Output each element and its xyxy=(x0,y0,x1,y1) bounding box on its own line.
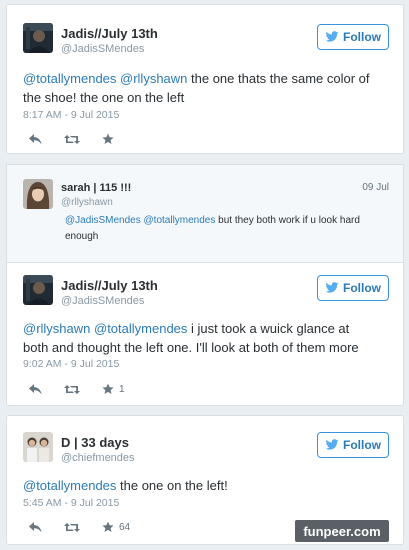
reply-button[interactable] xyxy=(29,521,42,533)
tweet-text: @totallymendes the one on the left! xyxy=(23,476,391,495)
follow-bird-icon xyxy=(325,282,339,293)
favorite-count: 64 xyxy=(119,521,131,533)
tweet-timestamp[interactable]: 9:02 AM - 9 Jul 2015 xyxy=(23,358,119,370)
avatar[interactable] xyxy=(23,23,53,53)
avatar-image xyxy=(23,23,53,53)
tweet-actions xyxy=(29,132,141,146)
reply-icon xyxy=(29,133,42,144)
tweet-text: @JadisSMendes @totallymendes but they bo… xyxy=(65,213,391,245)
tweet-text-line2: enough xyxy=(65,231,99,242)
reply-icon xyxy=(29,521,42,532)
user-handle[interactable]: @chiefmendes xyxy=(61,452,135,464)
retweet-icon xyxy=(64,134,80,144)
tweet-text-line2: both and thought the left one. I'll look… xyxy=(23,340,359,355)
tweet-timestamp[interactable]: 5:45 AM - 9 Jul 2015 xyxy=(23,497,119,509)
avatar-image xyxy=(23,432,53,462)
tweet-date[interactable]: 09 Jul xyxy=(362,182,389,193)
display-name[interactable]: D | 33 days xyxy=(61,435,129,450)
mention-links[interactable]: @totallymendes xyxy=(23,478,116,493)
avatar-image xyxy=(23,179,53,209)
user-handle[interactable]: @JadisSMendes xyxy=(61,295,144,307)
favorite-count: 1 xyxy=(119,383,125,395)
retweet-icon xyxy=(64,384,80,394)
retweet-icon xyxy=(64,522,80,532)
user-handle[interactable]: @rllyshawn xyxy=(61,197,113,208)
favorite-star-icon xyxy=(102,133,114,144)
avatar[interactable] xyxy=(23,179,53,209)
favorite-button[interactable] xyxy=(102,133,119,145)
mention-links[interactable]: @rllyshawn @totallymendes xyxy=(23,321,187,336)
reply-button[interactable] xyxy=(29,383,42,395)
mention-links[interactable]: @JadisSMendes @totallymendes xyxy=(65,215,215,226)
tweet-text-line2: the shoe! the one on the left xyxy=(23,90,185,105)
tweet-actions: 1 xyxy=(29,382,147,396)
display-name[interactable]: Jadis//July 13th xyxy=(61,278,158,293)
tweet-text-line1: the one on the left! xyxy=(116,478,228,493)
avatar[interactable] xyxy=(23,432,53,462)
retweet-button[interactable] xyxy=(64,134,80,145)
avatar-image xyxy=(23,275,53,305)
display-name[interactable]: Jadis//July 13th xyxy=(61,26,158,41)
retweet-button[interactable] xyxy=(64,522,80,533)
user-handle[interactable]: @JadisSMendes xyxy=(61,43,144,55)
watermark: funpeer.com xyxy=(295,520,389,542)
favorite-star-icon xyxy=(102,521,114,532)
follow-label: Follow xyxy=(343,30,381,44)
follow-button[interactable]: Follow xyxy=(317,432,389,458)
tweet-text-line1: but they both work if u look hard xyxy=(215,215,360,226)
tweet-text: @totallymendes @rllyshawn the one thats … xyxy=(23,69,391,107)
follow-label: Follow xyxy=(343,281,381,295)
tweet-text: @rllyshawn @totallymendes i just took a … xyxy=(23,319,391,357)
tweet-timestamp[interactable]: 8:17 AM - 9 Jul 2015 xyxy=(23,109,119,121)
tweet-text-line1: the one thats the same color of xyxy=(187,71,370,86)
mention-links[interactable]: @totallymendes @rllyshawn xyxy=(23,71,187,86)
context-tweet-card: sarah | 115 !!! @rllyshawn 09 Jul @Jadis… xyxy=(6,164,404,264)
retweet-button[interactable] xyxy=(64,384,80,395)
tweet-card-2: Jadis//July 13th @JadisSMendes Follow @r… xyxy=(6,262,404,406)
tweet-actions: 64 xyxy=(29,520,152,534)
favorite-star-icon xyxy=(102,383,114,394)
tweet-text-line1: i just took a wuick glance at xyxy=(187,321,350,336)
follow-label: Follow xyxy=(343,438,381,452)
reply-button[interactable] xyxy=(29,133,42,145)
follow-bird-icon xyxy=(325,439,339,450)
tweet-card-1: Jadis//July 13th @JadisSMendes Follow @t… xyxy=(6,4,404,154)
follow-bird-icon xyxy=(325,31,339,42)
follow-button[interactable]: Follow xyxy=(317,24,389,50)
favorite-button[interactable]: 64 xyxy=(102,521,130,533)
follow-button[interactable]: Follow xyxy=(317,275,389,301)
favorite-button[interactable]: 1 xyxy=(102,383,125,395)
display-name[interactable]: sarah | 115 !!! xyxy=(61,182,131,194)
reply-icon xyxy=(29,383,42,394)
avatar[interactable] xyxy=(23,275,53,305)
